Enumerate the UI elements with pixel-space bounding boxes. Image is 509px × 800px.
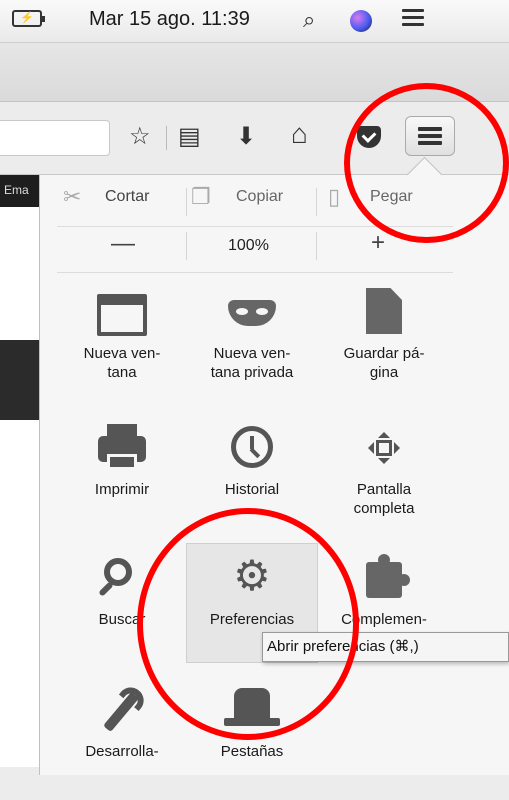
tile-label: Complemen- [341, 611, 427, 628]
tile-label: Pestañas [220, 743, 284, 760]
page-dark-block [0, 340, 39, 420]
tile-label: Buscar [98, 611, 146, 628]
clipboard-icon: ▯ [328, 184, 341, 209]
divider [186, 232, 187, 260]
printer-icon [98, 424, 146, 470]
tile-label: Historial [224, 481, 280, 498]
private-window-mask-icon [228, 300, 276, 326]
mac-menubar: ⚡ Mar 15 ago. 11:39 ⌕ [0, 0, 509, 43]
hamburger-menu-button[interactable] [405, 116, 455, 156]
cut-button[interactable]: Cortar [105, 188, 149, 206]
fullscreen-icon [366, 430, 402, 466]
zoom-controls: — 100% + [39, 228, 469, 266]
home-icon[interactable]: ⌂ [291, 118, 308, 150]
fullscreen-button[interactable]: Pantalla completa [318, 418, 450, 538]
find-button[interactable]: Buscar [56, 548, 188, 668]
menubar-clock[interactable]: Mar 15 ago. 11:39 [89, 8, 250, 31]
developer-button[interactable]: Desarrolla- [56, 680, 188, 800]
zoom-out-button[interactable]: — [111, 230, 135, 258]
star-icon[interactable]: ☆ [129, 122, 151, 151]
print-button[interactable]: Imprimir [56, 418, 188, 538]
notification-list-icon[interactable] [402, 9, 424, 27]
addons-puzzle-icon [366, 554, 410, 598]
separator [57, 272, 453, 273]
edit-controls: ✂ Cortar ❐ Copiar ▯ Pegar [39, 182, 469, 222]
siri-icon[interactable] [350, 10, 372, 32]
tile-label: Guardar pá- gina [343, 345, 425, 381]
tile-label: Nueva ven- tana [83, 345, 161, 381]
divider [316, 188, 317, 216]
history-button[interactable]: Historial [186, 418, 318, 538]
gear-icon: ⚙ [233, 552, 271, 599]
pocket-icon[interactable] [357, 126, 381, 148]
battery-icon[interactable]: ⚡ [12, 10, 45, 27]
zoom-in-button[interactable]: + [371, 229, 385, 257]
search-magnifier-icon [104, 558, 132, 586]
search-input[interactable] [0, 120, 110, 156]
tile-label: Preferencias [209, 611, 295, 628]
download-icon[interactable]: ⬇ [236, 122, 256, 151]
new-window-icon [97, 294, 147, 336]
history-clock-icon [231, 426, 273, 468]
tile-label: Nueva ven- tana privada [210, 345, 294, 381]
developer-wrench-icon [103, 691, 139, 733]
copy-button[interactable]: Copiar [236, 188, 283, 206]
spotlight-search-icon[interactable]: ⌕ [303, 7, 315, 33]
divider [316, 232, 317, 260]
page-content [0, 175, 39, 767]
page-header-strip: Ema [0, 175, 39, 207]
separator [57, 226, 453, 227]
reading-list-icon[interactable]: ▤ [178, 122, 201, 151]
tab-strip [0, 43, 509, 102]
tile-label: Imprimir [94, 481, 150, 498]
toolbar-divider [166, 126, 167, 150]
new-window-button[interactable]: Nueva ven- tana [56, 282, 188, 402]
save-page-button[interactable]: Guardar pá- gina [318, 282, 450, 402]
tile-label: Pantalla completa [353, 481, 415, 517]
save-page-icon [366, 288, 402, 334]
zoom-reset-button[interactable]: 100% [228, 237, 269, 255]
preferences-tooltip: Abrir preferencias (⌘,) [262, 632, 509, 662]
paste-button[interactable]: Pegar [370, 188, 413, 206]
synced-tabs-button[interactable]: Pestañas [186, 680, 318, 800]
private-window-button[interactable]: Nueva ven- tana privada [186, 282, 318, 402]
divider [186, 188, 187, 216]
tile-label: Desarrolla- [85, 743, 159, 760]
page-text: Ema [4, 183, 29, 197]
copy-icon: ❐ [191, 184, 211, 209]
tabs-hat-icon [224, 688, 280, 726]
scissors-icon: ✂ [63, 184, 82, 209]
